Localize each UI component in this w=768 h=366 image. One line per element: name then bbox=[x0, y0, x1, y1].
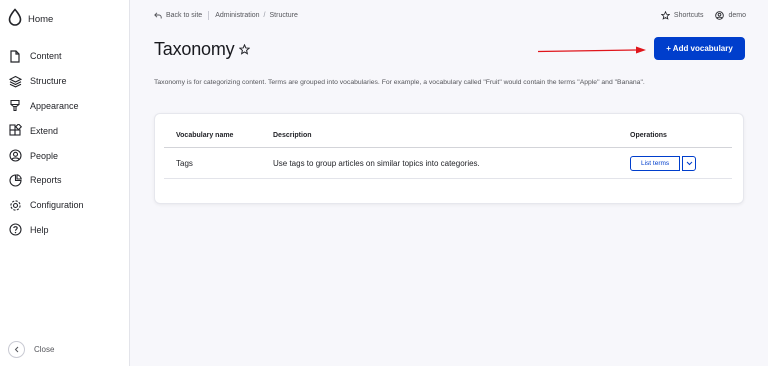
toolbar-right: Shortcuts demo bbox=[660, 10, 746, 20]
table-row: Tags Use tags to group articles on simil… bbox=[164, 148, 732, 179]
sidebar-item-extend[interactable]: Extend bbox=[8, 118, 84, 143]
star-icon bbox=[660, 10, 670, 20]
sidebar-item-label: Content bbox=[30, 51, 62, 62]
header-vocabulary-name: Vocabulary name bbox=[176, 131, 234, 139]
user-label: demo bbox=[728, 11, 746, 19]
layers-icon bbox=[8, 74, 22, 88]
sidebar-item-label: Structure bbox=[30, 76, 67, 87]
sidebar-item-label: Configuration bbox=[30, 200, 84, 211]
chevron-left-icon bbox=[8, 341, 25, 358]
page-title: Taxonomy bbox=[154, 39, 235, 59]
back-arrow-icon bbox=[154, 11, 162, 19]
top-bar: Back to site Administration / Structure … bbox=[154, 10, 746, 20]
puzzle-icon bbox=[8, 124, 22, 138]
operations-dropbutton: List terms bbox=[630, 155, 697, 171]
sidebar-menu: Content Structure Appearance Extend Peop… bbox=[8, 44, 84, 242]
breadcrumb-administration[interactable]: Administration bbox=[215, 12, 259, 19]
sidebar-item-label: People bbox=[30, 150, 59, 161]
sidebar-item-configuration[interactable]: Configuration bbox=[8, 193, 84, 218]
admin-sidebar: Home Content Structure Appearance Extend bbox=[0, 0, 130, 366]
sidebar-home-label: Home bbox=[28, 13, 54, 25]
shortcuts-button[interactable]: Shortcuts bbox=[660, 10, 704, 20]
sidebar-item-label: Help bbox=[30, 224, 49, 235]
cell-description: Use tags to group articles on similar to… bbox=[273, 158, 480, 168]
vocabulary-table: Vocabulary name Description Operations T… bbox=[164, 123, 732, 179]
annotation-arrow bbox=[537, 46, 646, 54]
breadcrumb-divider bbox=[208, 10, 210, 20]
chevron-down-icon bbox=[686, 161, 693, 165]
breadcrumb-structure[interactable]: Structure bbox=[270, 12, 298, 19]
table-header: Vocabulary name Description Operations bbox=[164, 123, 732, 148]
header-description: Description bbox=[273, 131, 312, 139]
vocabulary-card: Vocabulary name Description Operations T… bbox=[154, 113, 744, 204]
title-row: Taxonomy bbox=[154, 39, 251, 60]
cell-vocabulary-name: Tags bbox=[176, 158, 193, 168]
sidebar-item-label: Extend bbox=[30, 125, 59, 136]
breadcrumb-separator: / bbox=[263, 11, 266, 19]
sidebar-home-link[interactable]: Home bbox=[8, 7, 54, 31]
pie-chart-icon bbox=[8, 173, 22, 187]
sidebar-item-content[interactable]: Content bbox=[8, 44, 84, 69]
user-menu-button[interactable]: demo bbox=[715, 10, 746, 20]
help-circle-icon bbox=[8, 223, 22, 237]
drupal-drop-icon bbox=[8, 7, 22, 31]
list-terms-button[interactable]: List terms bbox=[630, 155, 681, 171]
back-to-site-link[interactable]: Back to site bbox=[166, 12, 202, 19]
file-icon bbox=[8, 49, 22, 63]
sidebar-close-button[interactable]: Close bbox=[8, 341, 54, 358]
sidebar-close-label: Close bbox=[34, 345, 55, 354]
shortcuts-label: Shortcuts bbox=[673, 11, 704, 19]
user-circle-icon bbox=[8, 149, 22, 163]
brush-icon bbox=[8, 99, 22, 113]
header-operations: Operations bbox=[630, 131, 667, 139]
sidebar-item-label: Appearance bbox=[30, 100, 79, 111]
sidebar-item-help[interactable]: Help bbox=[8, 218, 84, 243]
sidebar-item-structure[interactable]: Structure bbox=[8, 69, 84, 94]
sidebar-item-appearance[interactable]: Appearance bbox=[8, 94, 84, 119]
gear-icon bbox=[8, 198, 22, 212]
add-shortcut-star-icon[interactable] bbox=[239, 44, 251, 55]
operations-toggle-button[interactable] bbox=[682, 155, 697, 171]
breadcrumb: Back to site Administration / Structure bbox=[154, 10, 298, 20]
add-vocabulary-button[interactable]: + Add vocabulary bbox=[654, 37, 745, 60]
sidebar-item-label: Reports bbox=[30, 175, 62, 186]
user-circle-icon bbox=[715, 10, 725, 20]
sidebar-item-reports[interactable]: Reports bbox=[8, 168, 84, 193]
page-description: Taxonomy is for categorizing content. Te… bbox=[154, 79, 645, 86]
sidebar-item-people[interactable]: People bbox=[8, 143, 84, 168]
cell-operations: List terms bbox=[618, 155, 732, 171]
